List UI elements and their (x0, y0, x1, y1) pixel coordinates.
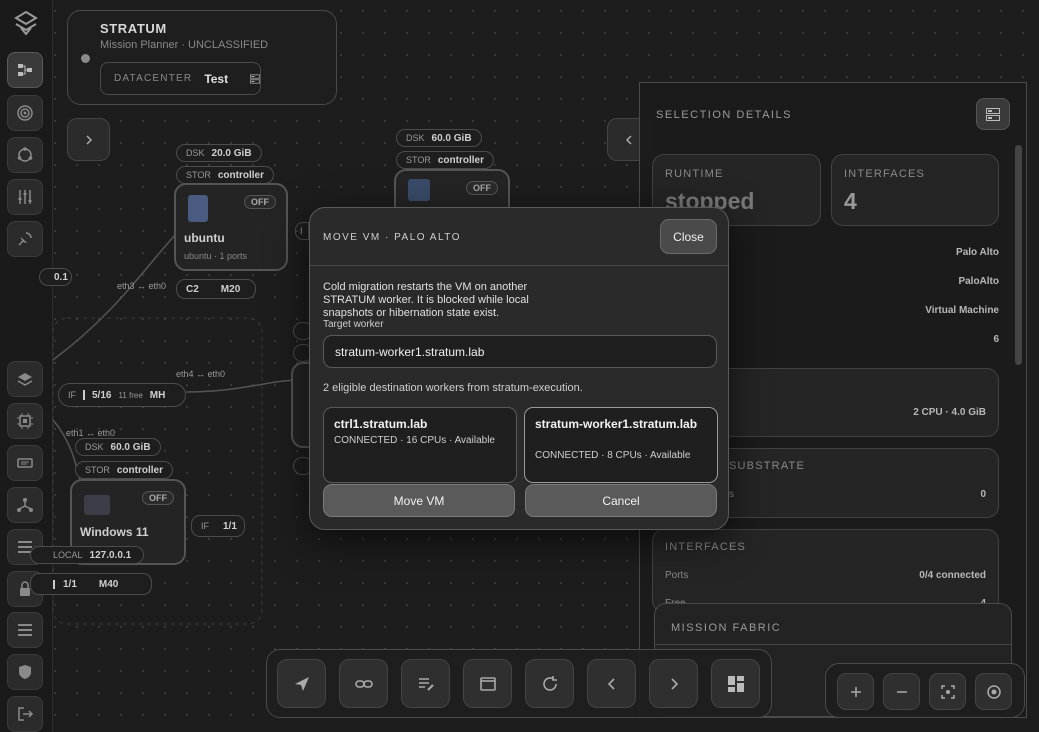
node-title: Windows 11 (80, 525, 149, 539)
edit-list-icon (418, 677, 434, 691)
interfaces-section-label: INTERFACES (665, 541, 747, 553)
target-worker-input[interactable] (323, 335, 717, 368)
interfaces-value: 4 (844, 188, 857, 214)
runtime-label: RUNTIME (665, 168, 724, 180)
app-subtitle: Mission Planner · UNCLASSIFIED (100, 39, 269, 51)
target-worker-label: Target worker (323, 319, 384, 330)
edge-label: eth3 ↔ eth0 (117, 281, 167, 291)
chevron-right-icon (670, 677, 678, 690)
storage-tag: STOR controller (176, 166, 274, 184)
datacenter-label: DATACENTER (114, 73, 193, 84)
eligible-workers-text: 2 eligible destination workers from stra… (323, 382, 583, 394)
window-icon (479, 676, 496, 691)
substrate-value: 0 (980, 489, 986, 500)
resources-value: 2 CPU · 4.0 GiB (913, 407, 986, 418)
fit-view-icon (940, 684, 955, 699)
link-icon (354, 679, 373, 688)
dashboard-icon (727, 675, 744, 692)
zoom-out-icon (896, 690, 907, 693)
next-button[interactable] (649, 659, 698, 708)
partial-tag: 0.1 (39, 268, 72, 286)
chevron-left-icon (625, 134, 632, 145)
status-badge: OFF (244, 195, 276, 209)
server-icon (986, 107, 1000, 121)
dashboard-button[interactable] (711, 659, 760, 708)
storage-tag: STOR controller (75, 461, 173, 479)
disk-tag: DSK 60.0 GiB (396, 129, 482, 147)
interfaces-section-card: INTERFACES Ports 0/4 connected Free 4 (652, 529, 999, 613)
node-title: ubuntu (184, 231, 225, 245)
move-vm-dialog: MOVE VM · PALO ALTO Close Cold migration… (309, 207, 729, 530)
status-dot (81, 54, 90, 63)
refresh-icon (542, 675, 557, 691)
disk-tag: DSK 60.0 GiB (75, 438, 161, 456)
server-icon (250, 73, 260, 84)
fit-view-button[interactable] (929, 673, 966, 710)
datacenter-value: Test (204, 71, 229, 86)
focus-icon (986, 684, 1001, 699)
chevron-left-icon (607, 677, 615, 690)
disk-image-icon (188, 195, 208, 222)
dialog-title: MOVE VM · PALO ALTO (323, 232, 461, 243)
move-vm-button[interactable]: Move VM (323, 484, 515, 517)
navigate-icon (294, 676, 309, 691)
detail-row: Virtual Machine (925, 305, 999, 316)
status-badge: OFF (142, 491, 174, 505)
close-button[interactable]: Close (660, 219, 717, 254)
worker-name: stratum-worker1.stratum.lab (535, 417, 698, 431)
zoom-out-button[interactable] (883, 673, 920, 710)
navigate-button[interactable] (277, 659, 326, 708)
detail-row: Palo Alto (956, 247, 999, 258)
interfaces-label: INTERFACES (844, 168, 926, 180)
resource-tag: C2 M20 (176, 279, 256, 299)
substrate-label: SUBSTRATE (729, 460, 805, 472)
zoom-in-icon (850, 686, 861, 697)
edge-label: eth4 ↔ eth0 (176, 369, 226, 379)
cancel-button[interactable]: Cancel (525, 484, 717, 517)
interface-tag: IF 5/16 11 free MH (58, 383, 186, 407)
vm-node-ubuntu[interactable]: OFF ubuntu ubuntu · 1 ports (174, 183, 288, 271)
partial-if-tag: I (295, 222, 309, 240)
interfaces-card: INTERFACES 4 (831, 154, 999, 226)
detail-row: 6 (993, 334, 999, 345)
previous-button[interactable] (587, 659, 636, 708)
worker-name: ctrl1.stratum.lab (334, 417, 428, 431)
disk-tag: DSK 20.0 GiB (176, 144, 262, 162)
detail-row: PaloAlto (958, 276, 999, 287)
status-badge: OFF (466, 181, 498, 195)
interface-tag: IF 1/1 (191, 515, 245, 537)
panel-scrollbar[interactable] (1015, 145, 1022, 365)
worker-meta: CONNECTED · 8 CPUs · Available (535, 450, 691, 461)
ports-label: Ports (665, 570, 689, 581)
local-address-tag: LOCAL 127.0.0.1 (30, 546, 144, 564)
dialog-header: MOVE VM · PALO ALTO Close (310, 208, 728, 266)
divider (655, 644, 1011, 645)
window-button[interactable] (463, 659, 512, 708)
fabric-title: MISSION FABRIC (671, 622, 782, 634)
storage-tag: STOR controller (396, 151, 494, 169)
ports-value: 0/4 connected (919, 570, 986, 581)
edit-list-button[interactable] (401, 659, 450, 708)
refresh-button[interactable] (525, 659, 574, 708)
worker-option-worker1[interactable]: stratum-worker1.stratum.lab CONNECTED · … (524, 407, 718, 483)
vm-image-icon (408, 179, 430, 201)
link-button[interactable] (339, 659, 388, 708)
chevron-right-icon (85, 134, 92, 145)
focus-button[interactable] (975, 673, 1012, 710)
zoom-in-button[interactable] (837, 673, 874, 710)
vm-image-icon (84, 495, 110, 515)
panel-title: SELECTION DETAILS (656, 109, 792, 121)
datacenter-selector[interactable]: DATACENTER Test (100, 62, 261, 95)
app-title: STRATUM (100, 21, 167, 36)
expand-left-button[interactable] (67, 118, 110, 161)
worker-option-ctrl1[interactable]: ctrl1.stratum.lab CONNECTED · 16 CPUs · … (323, 407, 517, 483)
interface-m-tag: 1/1 M40 (30, 573, 152, 595)
panel-menu-button[interactable] (976, 98, 1010, 130)
edge-label: eth1 ↔ eth0 (66, 428, 116, 438)
worker-meta: CONNECTED · 16 CPUs · Available (334, 435, 495, 446)
dialog-description: Cold migration restarts the VM on anothe… (323, 281, 529, 319)
node-subtitle: ubuntu · 1 ports (184, 251, 248, 261)
substrate-key: s (729, 489, 734, 500)
